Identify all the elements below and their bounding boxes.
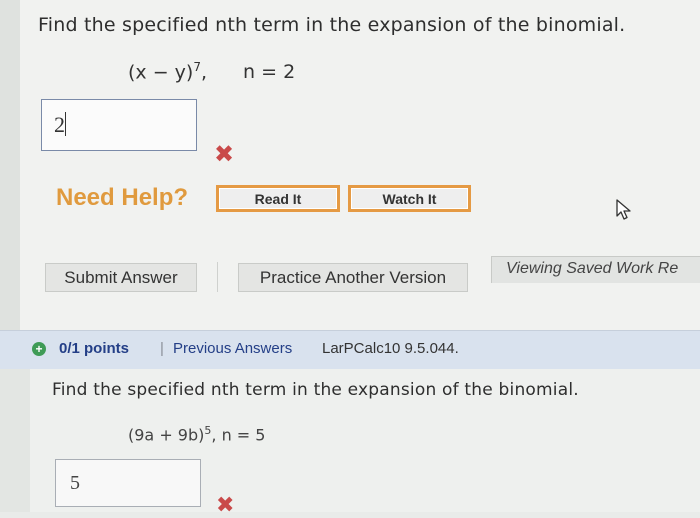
question-1-prompt: Find the specified nth term in the expan… <box>38 14 626 36</box>
question-1-panel: Find the specified nth term in the expan… <box>20 0 700 330</box>
question-1-expression: (x − y)7, n = 2 <box>128 60 296 84</box>
n-value-2: , n = 5 <box>211 425 266 445</box>
mouse-cursor-icon <box>616 199 631 220</box>
header-separator: | <box>160 340 164 357</box>
practice-another-version-button[interactable]: Practice Another Version <box>238 263 468 292</box>
need-help-label: Need Help? <box>56 184 189 211</box>
points-score: 0/1 points <box>59 340 130 357</box>
binomial-expression-2: (9a + 9b) <box>128 425 205 445</box>
previous-answers-link[interactable]: Previous Answers <box>173 340 292 357</box>
x-mark-icon: ✖ <box>214 140 235 168</box>
submit-answer-button[interactable]: Submit Answer <box>45 263 197 292</box>
button-divider <box>217 262 218 292</box>
n-value: n = 2 <box>243 61 296 84</box>
course-code: LarPCalc10 9.5.044. <box>322 340 459 357</box>
binomial-exponent: 7 <box>193 60 201 74</box>
question-2-panel: Find the specified nth term in the expan… <box>0 369 700 518</box>
plus-circle-icon[interactable]: + <box>32 342 46 356</box>
viewing-saved-work-link[interactable]: Viewing Saved Work Re <box>491 256 700 283</box>
left-margin-2 <box>0 369 30 512</box>
binomial-expression: (x − y) <box>128 61 194 84</box>
read-it-button[interactable]: Read It <box>216 185 340 212</box>
question-1-answer-input[interactable]: 2 <box>41 99 197 151</box>
watch-it-button[interactable]: Watch It <box>348 185 471 212</box>
question-2-header: + 0/1 points | Previous Answers LarPCalc… <box>0 330 700 369</box>
x-mark-icon-2: ✖ <box>216 493 235 518</box>
left-margin <box>0 0 20 330</box>
question-2-answer-input[interactable]: 5 <box>55 459 201 507</box>
question-2-expression: (9a + 9b)5, n = 5 <box>128 424 265 444</box>
question-2-prompt: Find the specified nth term in the expan… <box>52 380 579 400</box>
